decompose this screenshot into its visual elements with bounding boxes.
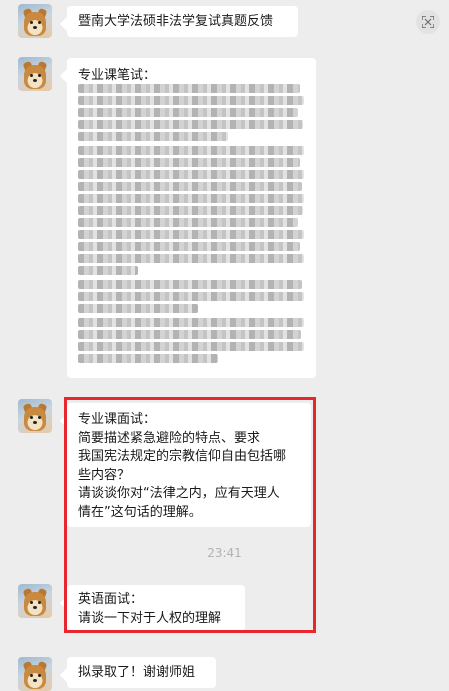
message-text: 请谈一下对于人权的理解	[78, 611, 222, 626]
timestamp: 23:41	[207, 546, 242, 560]
message-text: 简要描述紧急避险的特点、要求	[78, 430, 261, 446]
message-text: 请谈谈你对“法律之内，应有天理人	[78, 486, 280, 501]
avatar[interactable]	[18, 4, 52, 38]
message-bubble[interactable]: 暨南大学法硕非法学复试真题反馈	[67, 6, 298, 37]
avatar[interactable]	[18, 584, 52, 618]
message-bubble[interactable]: 专业课面试： 简要描述紧急避险的特点、要求 我国宪法规定的宗教信仰自由包括哪 些…	[67, 403, 311, 527]
scan-icon	[422, 16, 434, 28]
message-text: 英语面试：	[78, 592, 144, 607]
avatar[interactable]	[18, 399, 52, 433]
avatar[interactable]	[18, 57, 52, 91]
blurred-content	[78, 82, 306, 368]
message-text: 暨南大学法硕非法学复试真题反馈	[78, 14, 274, 29]
message-text: 专业课面试：	[78, 412, 157, 427]
message-text: 情在”这句话的理解。	[78, 504, 202, 520]
message-text: 拟录取了！谢谢师姐	[78, 665, 196, 680]
message-text: 些内容？	[78, 467, 131, 483]
avatar[interactable]	[18, 657, 52, 691]
message-text: 我国宪法规定的宗教信仰自由包括哪	[78, 449, 287, 464]
scan-button[interactable]	[416, 10, 440, 34]
message-bubble[interactable]: 英语面试： 请谈一下对于人权的理解	[67, 585, 245, 631]
message-bubble[interactable]: 拟录取了！谢谢师姐	[67, 657, 216, 688]
